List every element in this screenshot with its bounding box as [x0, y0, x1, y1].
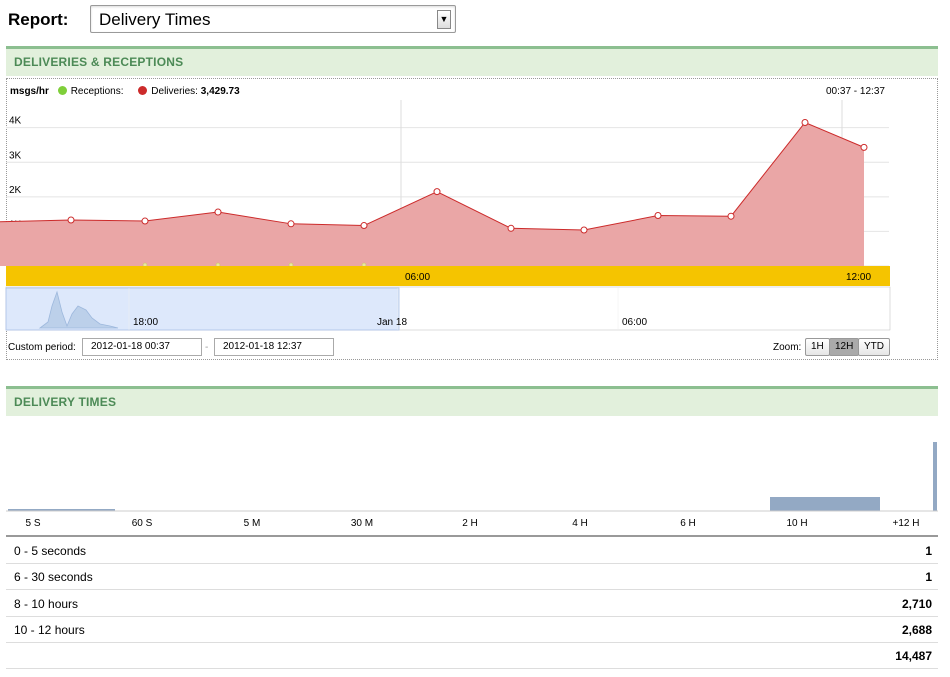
- section-header-delivery-times: DELIVERY TIMES: [6, 386, 938, 416]
- deliveries-point: [580, 226, 588, 234]
- deliveries-point: [654, 212, 662, 220]
- table-total-row: 14,487: [6, 643, 938, 669]
- deliveries-point: [507, 224, 515, 232]
- table-row: 0 - 5 seconds 1: [6, 538, 938, 564]
- table-row: 10 - 12 hours 2,688: [6, 617, 938, 643]
- histogram-bucket-label: +12 H: [892, 518, 920, 529]
- row-label: 0 - 5 seconds: [14, 544, 87, 558]
- deliveries-point: [141, 217, 149, 225]
- histogram-bucket-label: 30 M: [350, 518, 374, 529]
- delivery-times-histogram: [6, 442, 938, 512]
- deliveries-point: [214, 208, 222, 216]
- histogram-bucket-label: 10 H: [786, 518, 808, 529]
- histogram-bucket-label: 4 H: [572, 518, 588, 529]
- row-label: 8 - 10 hours: [14, 597, 79, 611]
- x-tick-label: 06:00: [405, 272, 430, 283]
- y-tick-label: 4K: [9, 116, 22, 127]
- y-tick-label: 3K: [9, 150, 22, 161]
- histogram-bucket-label: 6 H: [680, 518, 696, 529]
- deliveries-point: [727, 212, 735, 220]
- deliveries-point: [360, 222, 368, 230]
- time-axis-band: [6, 266, 890, 286]
- table-row: 8 - 10 hours 2,710: [6, 591, 938, 617]
- row-value: 1: [925, 544, 932, 558]
- zoom-12h-button[interactable]: 12H: [829, 338, 860, 356]
- zoom-1h-button[interactable]: 1H: [805, 338, 830, 356]
- row-value: 2,688: [901, 623, 932, 637]
- row-label: 6 - 30 seconds: [14, 570, 93, 584]
- histogram-bucket-label: 60 S: [131, 518, 153, 529]
- period-separator: -: [205, 342, 209, 353]
- x-tick-label: 12:00: [846, 272, 871, 283]
- zoom-ytd-button[interactable]: YTD: [858, 338, 890, 356]
- zoom-label: Zoom:: [773, 342, 802, 353]
- row-value: 1: [925, 570, 932, 584]
- deliveries-chart[interactable]: 4K3K2K1K0 06:0012:00: [0, 0, 950, 360]
- histogram-bucket-label: 5 M: [243, 518, 261, 529]
- histogram-bar: [933, 442, 937, 511]
- histogram-bucket-label: 2 H: [462, 518, 478, 529]
- deliveries-point: [287, 220, 295, 228]
- deliveries-point: [433, 188, 441, 196]
- deliveries-point: [801, 118, 809, 126]
- row-total-value: 14,487: [895, 649, 932, 663]
- period-start-input[interactable]: 2012-01-18 00:37: [82, 338, 202, 356]
- row-value: 2,710: [901, 597, 932, 611]
- navigator-label: 18:00: [133, 317, 159, 328]
- section-title: DELIVERY TIMES: [14, 395, 117, 409]
- histogram-bar: [770, 497, 880, 511]
- navigator-label: Jan 18: [377, 317, 408, 328]
- deliveries-point: [860, 143, 868, 151]
- period-end-input[interactable]: 2012-01-18 12:37: [214, 338, 334, 356]
- navigator-label: 06:00: [622, 317, 648, 328]
- divider: [6, 535, 938, 537]
- table-row: 6 - 30 seconds 1: [6, 564, 938, 590]
- custom-period-label: Custom period:: [8, 342, 76, 353]
- deliveries-point: [67, 216, 75, 224]
- row-label: 10 - 12 hours: [14, 623, 85, 637]
- histogram-bucket-label: 5 S: [25, 518, 41, 529]
- y-tick-label: 2K: [9, 185, 22, 196]
